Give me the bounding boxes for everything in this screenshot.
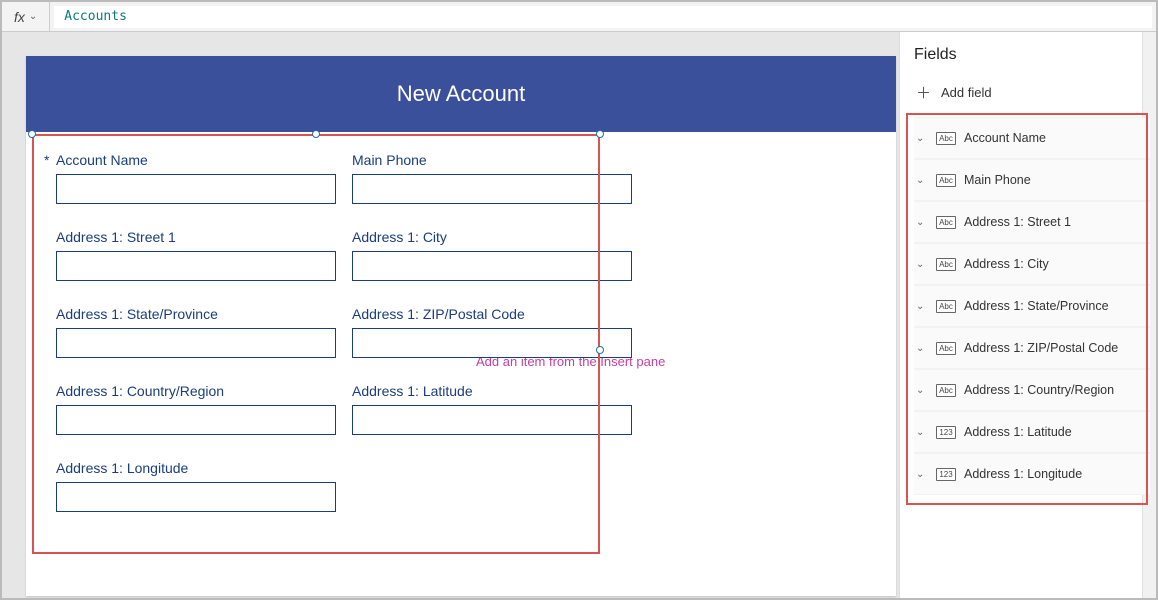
field-item-city[interactable]: ⌄ Abc Address 1: City bbox=[914, 243, 1150, 285]
postal-input[interactable] bbox=[352, 328, 632, 358]
add-field-button[interactable]: ＋ Add field bbox=[914, 82, 1150, 103]
field-item-label: Address 1: City bbox=[964, 257, 1049, 271]
account-name-input[interactable] bbox=[56, 174, 336, 204]
form-grid: * Account Name Main Phone Address 1: Str… bbox=[40, 146, 882, 518]
field-item-label: Address 1: Country/Region bbox=[964, 383, 1114, 397]
text-type-badge-icon: Abc bbox=[936, 300, 956, 313]
text-type-badge-icon: Abc bbox=[936, 384, 956, 397]
required-asterisk-icon: * bbox=[44, 152, 52, 168]
field-item-street1[interactable]: ⌄ Abc Address 1: Street 1 bbox=[914, 201, 1150, 243]
chevron-down-icon: ⌄ bbox=[916, 469, 928, 480]
field-item-label: Address 1: Street 1 bbox=[964, 215, 1071, 229]
field-item-label: Address 1: ZIP/Postal Code bbox=[964, 341, 1118, 355]
chevron-down-icon: ⌄ bbox=[916, 259, 928, 270]
plus-icon: ＋ bbox=[916, 82, 931, 103]
add-field-label: Add field bbox=[941, 85, 992, 100]
chevron-down-icon: ⌄ bbox=[916, 301, 928, 312]
field-item-account-name[interactable]: ⌄ Abc Account Name bbox=[914, 117, 1150, 159]
text-type-badge-icon: Abc bbox=[936, 216, 956, 229]
formula-input[interactable]: Accounts bbox=[54, 6, 1152, 28]
field-item-postal[interactable]: ⌄ Abc Address 1: ZIP/Postal Code bbox=[914, 327, 1150, 369]
fields-list: ⌄ Abc Account Name ⌄ Abc Main Phone ⌄ Ab… bbox=[914, 117, 1150, 495]
field-label: Address 1: Latitude bbox=[352, 383, 632, 399]
text-type-badge-icon: Abc bbox=[936, 132, 956, 145]
chevron-down-icon: ⌄ bbox=[916, 385, 928, 396]
chevron-down-icon: ⌄ bbox=[29, 11, 37, 22]
form-field-postal[interactable]: Address 1: ZIP/Postal Code bbox=[352, 306, 632, 358]
field-label: Address 1: Street 1 bbox=[56, 229, 336, 245]
chevron-down-icon: ⌄ bbox=[916, 427, 928, 438]
field-label: Address 1: State/Province bbox=[56, 306, 336, 322]
chevron-down-icon: ⌄ bbox=[916, 133, 928, 144]
field-item-latitude[interactable]: ⌄ 123 Address 1: Latitude bbox=[914, 411, 1150, 453]
form-field-account-name[interactable]: * Account Name bbox=[56, 152, 336, 204]
text-type-badge-icon: Abc bbox=[936, 258, 956, 271]
form-field-state[interactable]: Address 1: State/Province bbox=[56, 306, 336, 358]
city-input[interactable] bbox=[352, 251, 632, 281]
formula-bar: fx ⌄ Accounts bbox=[2, 2, 1156, 32]
main-area: New Account Add an item from the Insert … bbox=[2, 32, 1156, 598]
form-field-city[interactable]: Address 1: City bbox=[352, 229, 632, 281]
text-type-badge-icon: Abc bbox=[936, 174, 956, 187]
form-field-latitude[interactable]: Address 1: Latitude bbox=[352, 383, 632, 435]
fields-panel-title: Fields bbox=[914, 46, 1150, 64]
canvas-region: New Account Add an item from the Insert … bbox=[2, 32, 899, 598]
country-input[interactable] bbox=[56, 405, 336, 435]
form-field-street1[interactable]: Address 1: Street 1 bbox=[56, 229, 336, 281]
field-item-state[interactable]: ⌄ Abc Address 1: State/Province bbox=[914, 285, 1150, 327]
field-item-label: Account Name bbox=[964, 131, 1046, 145]
chevron-down-icon: ⌄ bbox=[916, 343, 928, 354]
field-label: Address 1: Longitude bbox=[56, 460, 336, 476]
field-label: Address 1: ZIP/Postal Code bbox=[352, 306, 632, 322]
field-label: Address 1: Country/Region bbox=[56, 383, 336, 399]
fx-label: fx bbox=[14, 9, 25, 25]
screen-card: New Account Add an item from the Insert … bbox=[26, 56, 896, 596]
field-label: * Account Name bbox=[56, 152, 336, 168]
field-item-longitude[interactable]: ⌄ 123 Address 1: Longitude bbox=[914, 453, 1150, 495]
form-body[interactable]: Add an item from the Insert pane * Accou… bbox=[26, 132, 896, 532]
form-field-country[interactable]: Address 1: Country/Region bbox=[56, 383, 336, 435]
latitude-input[interactable] bbox=[352, 405, 632, 435]
chevron-down-icon: ⌄ bbox=[916, 217, 928, 228]
field-item-main-phone[interactable]: ⌄ Abc Main Phone bbox=[914, 159, 1150, 201]
field-label: Address 1: City bbox=[352, 229, 632, 245]
field-item-label: Address 1: Longitude bbox=[964, 467, 1082, 481]
form-field-main-phone[interactable]: Main Phone bbox=[352, 152, 632, 204]
form-field-longitude[interactable]: Address 1: Longitude bbox=[56, 460, 336, 512]
field-item-label: Address 1: State/Province bbox=[964, 299, 1109, 313]
chevron-down-icon: ⌄ bbox=[916, 175, 928, 186]
number-type-badge-icon: 123 bbox=[936, 426, 956, 439]
state-input[interactable] bbox=[56, 328, 336, 358]
field-item-label: Address 1: Latitude bbox=[964, 425, 1072, 439]
field-item-label: Main Phone bbox=[964, 173, 1031, 187]
form-header-title: New Account bbox=[26, 56, 896, 132]
field-label: Main Phone bbox=[352, 152, 632, 168]
fx-selector[interactable]: fx ⌄ bbox=[2, 2, 50, 31]
main-phone-input[interactable] bbox=[352, 174, 632, 204]
fields-panel: Fields ＋ Add field ⌄ Abc Account Name ⌄ … bbox=[899, 32, 1156, 598]
field-item-country[interactable]: ⌄ Abc Address 1: Country/Region bbox=[914, 369, 1150, 411]
street1-input[interactable] bbox=[56, 251, 336, 281]
text-type-badge-icon: Abc bbox=[936, 342, 956, 355]
longitude-input[interactable] bbox=[56, 482, 336, 512]
number-type-badge-icon: 123 bbox=[936, 468, 956, 481]
